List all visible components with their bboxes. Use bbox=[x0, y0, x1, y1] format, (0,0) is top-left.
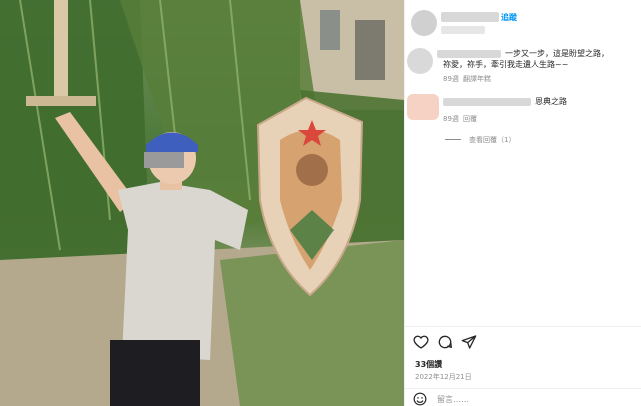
translate-button[interactable]: 翻譯年糕 bbox=[463, 74, 491, 84]
view-replies-button[interactable]: 查看回覆（1） bbox=[469, 135, 515, 145]
face-blur bbox=[144, 152, 184, 168]
comment-text: 恩典之路 bbox=[535, 97, 567, 106]
comment-composer: 留言…… bbox=[405, 390, 641, 406]
like-count[interactable]: 33個讚 bbox=[415, 359, 442, 370]
photo-illustration bbox=[0, 0, 404, 406]
commenter-avatar[interactable] bbox=[407, 48, 433, 74]
replies-line bbox=[445, 139, 461, 140]
comment: 一步又一步，這是盼望之路， 祢愛，祢手，牽引我走遺人生路~~ 89週 翻譯年糕 bbox=[405, 46, 641, 90]
sword-guard bbox=[26, 96, 96, 106]
commenter-name-redacted[interactable] bbox=[437, 50, 501, 58]
post-viewer: 追蹤 一步又一步，這是盼望之路， 祢愛，祢手，牽引我走遺人生路~~ 89週 翻譯… bbox=[0, 0, 641, 406]
commenter-avatar[interactable] bbox=[407, 94, 439, 120]
comment-time: 89週 bbox=[443, 75, 459, 83]
author-name-redacted[interactable] bbox=[441, 12, 499, 22]
post-header: 追蹤 bbox=[405, 0, 641, 46]
author-avatar[interactable] bbox=[411, 10, 437, 36]
comment-time: 89週 bbox=[443, 115, 459, 123]
heart-icon[interactable] bbox=[413, 334, 429, 350]
post-date: 2022年12月21日 bbox=[415, 373, 472, 381]
commenter-name-redacted[interactable] bbox=[443, 98, 531, 106]
reply-button[interactable]: 回覆 bbox=[463, 114, 477, 124]
sword-blade bbox=[54, 0, 68, 100]
comment: 恩典之路 89週 回覆 查看回覆（1） bbox=[405, 94, 641, 148]
follow-button[interactable]: 追蹤 bbox=[501, 12, 517, 23]
author-location-redacted bbox=[441, 26, 485, 34]
comment-text-line2: 祢愛，祢手，牽引我走遺人生路~~ bbox=[443, 60, 569, 69]
action-bar bbox=[405, 332, 641, 356]
divider bbox=[405, 388, 641, 389]
comment-icon[interactable] bbox=[437, 334, 453, 350]
send-icon[interactable] bbox=[461, 334, 477, 350]
emoji-icon[interactable] bbox=[413, 392, 427, 406]
post-side-panel: 追蹤 一步又一步，這是盼望之路， 祢愛，祢手，牽引我走遺人生路~~ 89週 翻譯… bbox=[404, 0, 641, 406]
comment-input[interactable]: 留言…… bbox=[437, 394, 469, 405]
comment-text: 一步又一步，這是盼望之路， bbox=[505, 49, 609, 58]
post-photo[interactable] bbox=[0, 0, 404, 406]
divider bbox=[405, 326, 641, 327]
